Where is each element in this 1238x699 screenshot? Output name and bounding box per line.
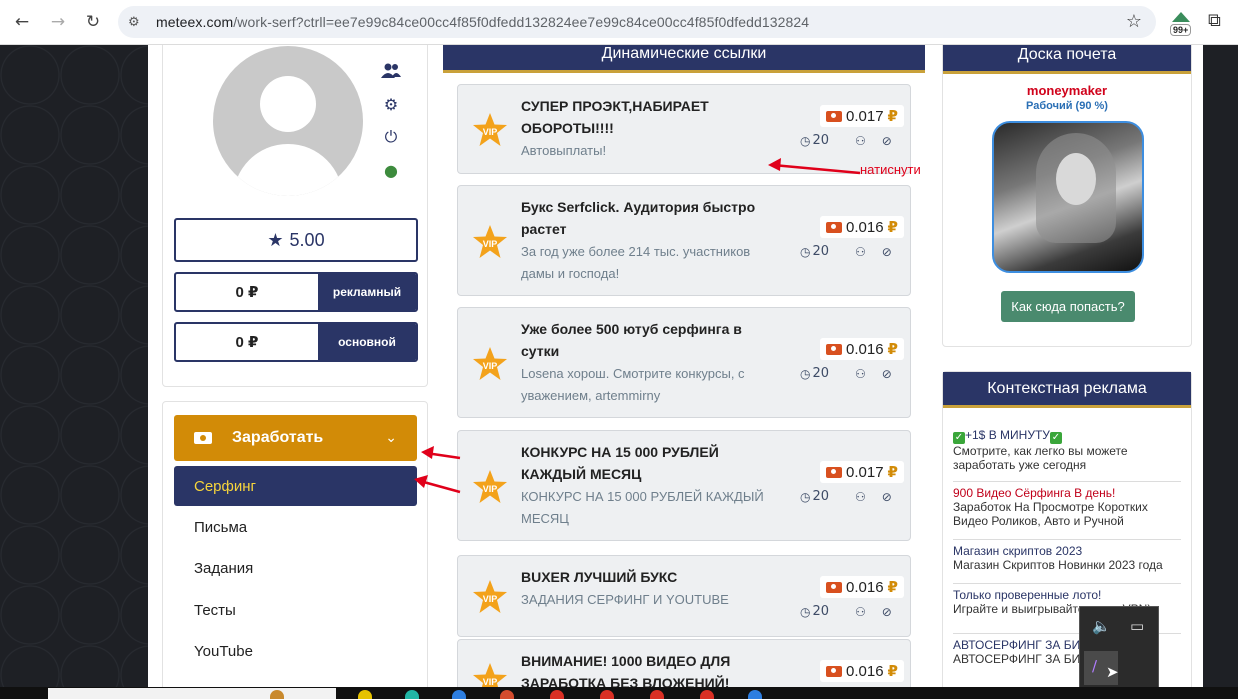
url-text: meteex.com/work-serf?ctrll=ee7e99c84ce00… [156, 14, 810, 30]
context-ad-item[interactable]: Магазин скриптов 2023 Магазин Скриптов Но… [953, 544, 1181, 572]
volume-icon[interactable]: 🔈 [1092, 617, 1111, 635]
extension-badge: 99+ [1170, 24, 1192, 36]
annotation-text: натиснути [860, 162, 921, 177]
divider [953, 539, 1181, 540]
taskbar-app-icon[interactable] [600, 690, 614, 699]
honor-heading: Доска почета [943, 45, 1191, 74]
taskbar-app-icon[interactable] [650, 690, 664, 699]
page-background-left [0, 45, 148, 690]
taskbar [0, 687, 1238, 699]
system-tray-popup: 🔈 ▭ ∕ ➤ [1079, 606, 1159, 690]
ad-title[interactable]: 900 Видео Сёрфинга В день! [953, 486, 1181, 500]
ad-title[interactable]: Только проверенные лото! [953, 588, 1181, 602]
ad-description: Магазин Скриптов Новинки 2023 года [953, 558, 1163, 572]
taskbar-app-icon[interactable] [452, 690, 466, 699]
address-bar[interactable]: ⚙ meteex.com/work-serf?ctrll=ee7e99c84ce… [118, 6, 1156, 38]
honor-username[interactable]: moneymaker [943, 83, 1191, 98]
taskbar-app-icon[interactable] [405, 690, 419, 699]
check-icon: ✓ [953, 432, 965, 444]
taskbar-window[interactable] [48, 688, 336, 699]
honor-photo[interactable] [992, 121, 1144, 273]
bookmark-star-icon[interactable]: ☆ [1126, 11, 1142, 32]
back-icon[interactable]: ← [9, 9, 35, 35]
ad-title[interactable]: ✓ +1$ В МИНУТУ ✓ [953, 428, 1181, 444]
check-icon: ✓ [1049, 432, 1062, 444]
ad-description: Смотрите, как легко вы можете заработать… [953, 444, 1128, 472]
browser-toolbar: ← → ↻ ⚙ meteex.com/work-serf?ctrll=ee7e9… [0, 0, 1238, 45]
page-content: ⚙ ⏻ ● ★ 5.00 0 ₽ рекламный 0 ₽ основной … [148, 45, 1203, 690]
ad-title[interactable]: Магазин скриптов 2023 [953, 544, 1181, 558]
reload-icon[interactable]: ↻ [80, 9, 106, 35]
forward-icon[interactable]: → [45, 9, 71, 35]
taskbar-app-icon[interactable] [550, 690, 564, 699]
context-ads-heading: Контекстная реклама [943, 372, 1191, 408]
honor-rank: Рабочий (90 %) [1026, 100, 1108, 112]
how-to-get-here-button[interactable]: Как сюда попасть? [1001, 291, 1135, 322]
taskbar-app-icon[interactable] [358, 690, 372, 699]
extension-icon[interactable]: 99+ [1170, 10, 1194, 36]
context-ad-item[interactable]: 900 Видео Сёрфинга В день! Заработок На П… [953, 486, 1181, 528]
divider [953, 481, 1181, 482]
network-icon[interactable]: ▭ [1130, 617, 1144, 635]
taskbar-app-icon[interactable] [748, 690, 762, 699]
taskbar-app-icon[interactable] [270, 690, 284, 699]
context-ad-item[interactable]: ✓ +1$ В МИНУТУ ✓ Смотрите, как легко вы мож… [953, 428, 1181, 472]
divider [953, 583, 1181, 584]
site-settings-icon[interactable]: ⚙ [128, 15, 156, 30]
feather-icon[interactable]: ∕ [1092, 657, 1097, 675]
honor-board: Доска почета moneymaker Рабочий (90 %) К… [942, 45, 1192, 347]
taskbar-app-icon[interactable] [500, 690, 514, 699]
taskbar-app-icon[interactable] [700, 690, 714, 699]
ad-description: Заработок На Просмотре Коротких Видео Ро… [953, 500, 1148, 528]
extensions-puzzle-icon[interactable]: ⧉ [1208, 10, 1221, 31]
mouse-cursor-icon: ➤ [1106, 663, 1119, 681]
page-background-right [1203, 45, 1238, 690]
